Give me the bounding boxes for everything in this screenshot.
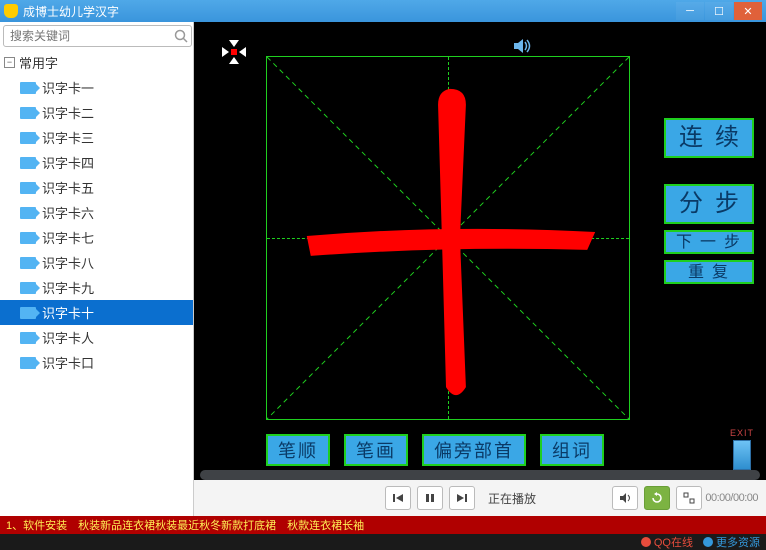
sidebar-item[interactable]: 识字卡九 — [0, 275, 193, 300]
search-icon[interactable] — [172, 25, 190, 47]
sidebar-item[interactable]: 识字卡一 — [0, 75, 193, 100]
sidebar-item-label: 识字卡七 — [42, 228, 94, 247]
close-button[interactable]: ✕ — [734, 2, 762, 20]
ticker-text: 1、软件安装 秋装新品连衣裙秋装最近秋冬新款打底裙 秋款连衣裙长袖 — [6, 517, 760, 533]
sidebar-item-label: 识字卡口 — [42, 353, 94, 372]
video-icon — [20, 82, 36, 94]
timecode: 00:00/00:00 — [705, 492, 758, 504]
volume-button[interactable] — [612, 486, 638, 510]
sidebar-item-label: 识字卡五 — [42, 178, 94, 197]
sidebar-item-label: 识字卡人 — [42, 328, 94, 347]
stroke-controls: 连续 分步 下一步 重复 — [664, 118, 754, 284]
video-icon — [20, 157, 36, 169]
sidebar-item-label: 识字卡一 — [42, 78, 94, 97]
more-resources-link[interactable]: 更多资源 — [703, 534, 760, 550]
ticker-bar: 1、软件安装 秋装新品连衣裙秋装最近秋冬新款打底裙 秋款连衣裙长袖 — [0, 516, 766, 534]
video-icon — [20, 282, 36, 294]
exit-button[interactable] — [733, 440, 751, 470]
next-button[interactable] — [449, 486, 475, 510]
sidebar-item[interactable]: 识字卡五 — [0, 175, 193, 200]
app-icon — [4, 4, 18, 18]
resources-icon — [703, 537, 713, 547]
video-icon — [20, 357, 36, 369]
maximize-button[interactable]: ☐ — [705, 2, 733, 20]
search-input[interactable] — [3, 25, 192, 47]
window-title: 成博士幼儿学汉字 — [23, 3, 119, 20]
speaker-icon[interactable] — [512, 36, 532, 56]
character-stroke — [267, 57, 629, 419]
character-grid — [266, 56, 630, 420]
sidebar-item-label: 识字卡六 — [42, 203, 94, 222]
sidebar-item[interactable]: 识字卡七 — [0, 225, 193, 250]
sidebar-item-label: 识字卡四 — [42, 153, 94, 172]
info-buttons: 笔顺 笔画 偏旁部首 组词 — [266, 434, 604, 466]
video-icon — [20, 232, 36, 244]
collapse-icon[interactable]: − — [4, 57, 15, 68]
exit-label: EXIT — [730, 428, 754, 438]
continuous-button[interactable]: 连续 — [664, 118, 754, 158]
sidebar-item[interactable]: 识字卡二 — [0, 100, 193, 125]
exit-area: EXIT — [730, 428, 754, 470]
sidebar-item[interactable]: 识字卡六 — [0, 200, 193, 225]
tree-category[interactable]: − 常用字 — [0, 50, 193, 75]
sidebar-item-label: 识字卡九 — [42, 278, 94, 297]
pause-button[interactable] — [417, 486, 443, 510]
strokes-button[interactable]: 笔画 — [344, 434, 408, 466]
prev-button[interactable] — [385, 486, 411, 510]
fullscreen-icon[interactable] — [222, 40, 246, 64]
radical-button[interactable]: 偏旁部首 — [422, 434, 526, 466]
video-icon — [20, 132, 36, 144]
play-status: 正在播放 — [488, 490, 536, 507]
video-icon — [20, 182, 36, 194]
repeat-button[interactable]: 重复 — [664, 260, 754, 284]
video-icon — [20, 307, 36, 319]
sidebar-item[interactable]: 识字卡人 — [0, 325, 193, 350]
video-icon — [20, 257, 36, 269]
status-bar: QQ在线 更多资源 — [0, 534, 766, 550]
qq-icon — [641, 537, 651, 547]
title-bar: 成博士幼儿学汉字 ─ ☐ ✕ — [0, 0, 766, 22]
fullscreen-button[interactable] — [676, 486, 702, 510]
sidebar-item[interactable]: 识字卡四 — [0, 150, 193, 175]
sidebar-item-label: 识字卡二 — [42, 103, 94, 122]
sidebar-item[interactable]: 识字卡口 — [0, 350, 193, 375]
sidebar-item-label: 识字卡十 — [42, 303, 94, 322]
next-step-button[interactable]: 下一步 — [664, 230, 754, 254]
sidebar-item[interactable]: 识字卡十 — [0, 300, 193, 325]
player-controls: 正在播放 00:00/00:00 — [194, 480, 766, 516]
sidebar-item[interactable]: 识字卡三 — [0, 125, 193, 150]
sidebar-item-label: 识字卡三 — [42, 128, 94, 147]
qq-link[interactable]: QQ在线 — [641, 534, 693, 550]
words-button[interactable]: 组词 — [540, 434, 604, 466]
refresh-button[interactable] — [644, 486, 670, 510]
main-panel: 连续 分步 下一步 重复 笔顺 笔画 偏旁部首 组词 EXIT — [194, 22, 766, 516]
video-icon — [20, 332, 36, 344]
stroke-order-button[interactable]: 笔顺 — [266, 434, 330, 466]
step-button[interactable]: 分步 — [664, 184, 754, 224]
sidebar-item-label: 识字卡八 — [42, 253, 94, 272]
seek-bar[interactable] — [200, 470, 760, 480]
video-icon — [20, 107, 36, 119]
tree: − 常用字 识字卡一识字卡二识字卡三识字卡四识字卡五识字卡六识字卡七识字卡八识字… — [0, 50, 193, 375]
video-icon — [20, 207, 36, 219]
category-label: 常用字 — [19, 53, 58, 72]
sidebar-item[interactable]: 识字卡八 — [0, 250, 193, 275]
minimize-button[interactable]: ─ — [676, 2, 704, 20]
sidebar: − 常用字 识字卡一识字卡二识字卡三识字卡四识字卡五识字卡六识字卡七识字卡八识字… — [0, 22, 194, 516]
